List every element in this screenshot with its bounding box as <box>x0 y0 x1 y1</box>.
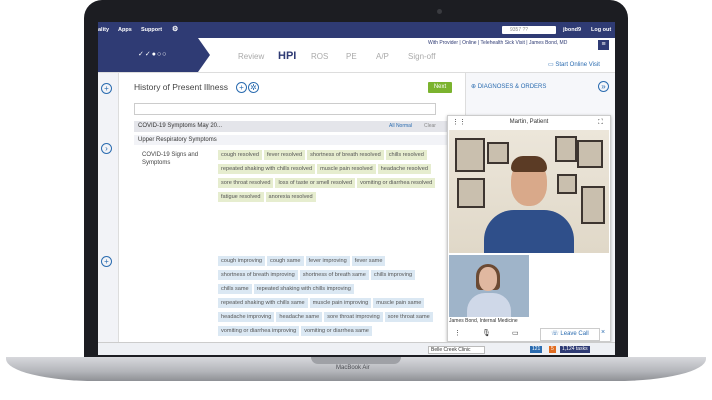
provider-video <box>449 255 529 317</box>
location-select[interactable]: Belle Creek Clinic <box>428 346 486 354</box>
add-icon[interactable]: + <box>101 83 112 94</box>
diagnoses-orders[interactable]: ⊕ DIAGNOSES & ORDERS <box>471 83 546 90</box>
hpi-text-input[interactable] <box>134 103 436 115</box>
user-name[interactable]: jbond9 <box>563 27 581 33</box>
step-signoff[interactable]: Sign-off <box>408 52 435 61</box>
symptom-chip[interactable]: fever same <box>351 256 386 266</box>
top-nav: ality Apps Support ⚙ 9357 ?? jbond9 Log … <box>98 22 615 38</box>
symptom-chip[interactable]: headache same <box>276 312 323 322</box>
start-online-visit-label: Start Online Visit <box>555 62 600 68</box>
step-review[interactable]: Review <box>238 52 264 61</box>
symptom-chip[interactable]: shortness of breath resolved <box>307 150 384 160</box>
nav-item-quality[interactable]: ality <box>98 27 109 33</box>
close-icon[interactable]: × <box>601 329 605 336</box>
provider-line: With Provider | Online | Telehealth Sick… <box>428 40 568 46</box>
status-bar: Belle Creek Clinic 121 5 1,124 tasks <box>98 342 615 355</box>
workflow-progress: ✓✓●○○ <box>98 38 210 72</box>
logout-link[interactable]: Log out <box>591 27 611 33</box>
symptom-chip[interactable]: sore throat same <box>384 312 433 322</box>
symptom-chip[interactable]: muscle pain improving <box>309 298 372 308</box>
symptom-chip[interactable]: chills same <box>218 284 252 294</box>
section-header: COVID-19 Symptoms May 20... All Normal C… <box>134 121 452 132</box>
menu-icon[interactable]: ≡ <box>598 40 609 50</box>
collapse-icon[interactable]: › <box>101 143 112 154</box>
symptom-chip[interactable]: vomiting or diarrhea improving <box>218 326 300 336</box>
laptop-base: MacBook Air <box>6 357 706 381</box>
video-title-bar[interactable]: ⋮⋮ Martin, Patient ⛶ <box>448 116 610 129</box>
symptom-chip[interactable]: headache resolved <box>377 164 431 174</box>
hpi-title: History of Present Illness <box>134 82 229 92</box>
symptom-chip[interactable]: cough same <box>267 256 304 266</box>
symptom-chip[interactable]: shortness of breath improving <box>218 270 298 280</box>
symptom-chip[interactable]: vomiting or diarrhea resolved <box>357 178 436 188</box>
status-chip-group: cough improving cough same fever improving… <box>218 256 438 340</box>
video-controls: ⋮ 🎙 ▭ ☏ Leave Call × <box>448 328 610 341</box>
symptom-chip[interactable]: fever resolved <box>263 150 306 160</box>
provider-name: James Bond, Internal Medicine <box>449 318 518 324</box>
step-pe[interactable]: PE <box>346 52 357 61</box>
symptom-chip[interactable]: anorexia resolved <box>265 192 316 202</box>
patient-video <box>449 130 609 253</box>
camera-toggle-icon[interactable]: ▭ <box>512 329 519 337</box>
video-title: Martin, Patient <box>509 119 549 125</box>
left-gutter: + › + <box>98 73 119 355</box>
subsection-header: Upper Respiratory Symptoms <box>134 135 452 145</box>
diagnoses-label: DIAGNOSES & ORDERS <box>477 84 547 90</box>
symptom-chip[interactable]: cough resolved <box>218 150 262 160</box>
clear-link[interactable]: Clear <box>424 121 436 132</box>
symptom-chip[interactable]: repeated shaking with chills improving <box>253 284 354 294</box>
resolved-chip-group: cough resolved fever resolved shortness of… <box>218 150 438 206</box>
step-ap[interactable]: A/P <box>376 52 389 61</box>
symptom-chip[interactable]: repeated shaking with chills same <box>218 298 308 308</box>
settings-icon[interactable]: ✲ <box>248 82 259 93</box>
drag-handle-icon[interactable]: ⋮⋮ <box>452 116 466 129</box>
add-section-icon[interactable]: + <box>236 82 247 93</box>
laptop-model: MacBook Air <box>336 365 370 371</box>
leave-call-button[interactable]: ☏ Leave Call <box>540 328 600 341</box>
tasks-badge[interactable]: 1,124 tasks <box>560 346 590 353</box>
count-badge-blue[interactable]: 121 <box>530 346 543 353</box>
symptom-chip[interactable]: cough improving <box>218 256 266 266</box>
symptom-chip[interactable]: chills resolved <box>385 150 427 160</box>
search-input[interactable]: 9357 ?? <box>502 26 556 34</box>
symptom-chip[interactable]: loss of taste or smell resolved <box>275 178 356 188</box>
leave-call-label: Leave Call <box>560 331 589 337</box>
step-ros[interactable]: ROS <box>311 52 328 61</box>
symptom-chip[interactable]: sore throat improving <box>324 312 383 322</box>
start-online-visit-button[interactable]: ▭ Start Online Visit <box>548 61 600 68</box>
symptom-chip[interactable]: shortness of breath same <box>299 270 369 280</box>
symptom-chip[interactable]: repeated shaking with chills resolved <box>218 164 316 174</box>
step-hpi[interactable]: HPI <box>278 50 296 62</box>
camera-icon <box>437 9 442 14</box>
screen: ality Apps Support ⚙ 9357 ?? jbond9 Log … <box>98 22 615 355</box>
hpi-panel: History of Present Illness + ✲ Next COVI… <box>128 73 458 355</box>
video-call-window: ⋮⋮ Martin, Patient ⛶ James Bond, Interna… <box>447 115 611 342</box>
symptom-chip[interactable]: vomiting or diarrhea same <box>301 326 372 336</box>
gear-icon[interactable]: ⚙ <box>172 25 178 33</box>
progress-dots: ✓✓●○○ <box>138 51 168 58</box>
symptom-chip[interactable]: muscle pain same <box>373 298 425 308</box>
laptop-notch <box>311 357 401 364</box>
mic-icon[interactable]: 🎙 <box>482 329 491 337</box>
symptom-chip[interactable]: headache improving <box>218 312 275 322</box>
all-normal-link[interactable]: All Normal <box>389 121 412 132</box>
expand-icon[interactable]: » <box>598 81 609 92</box>
symptom-chip[interactable]: chills improving <box>370 270 416 280</box>
symptom-chip[interactable]: sore throat resolved <box>218 178 274 188</box>
more-icon[interactable]: ⋮ <box>454 329 461 337</box>
nav-item-support[interactable]: Support <box>141 27 162 33</box>
symptom-chip[interactable]: fatigue resolved <box>218 192 264 202</box>
nav-item-apps[interactable]: Apps <box>118 27 132 33</box>
symptom-chip[interactable]: muscle pain resolved <box>317 164 376 174</box>
add-icon-2[interactable]: + <box>101 256 112 267</box>
symptom-chip[interactable]: fever improving <box>305 256 350 266</box>
next-button[interactable]: Next <box>428 82 452 93</box>
add-dx-icon: ⊕ <box>471 84 478 90</box>
workflow-bar: ✓✓●○○ Review HPI ROS PE A/P Sign-off Wit… <box>98 38 615 73</box>
side-label: COVID-19 Signs and Symptoms <box>142 152 199 166</box>
section-title: COVID-19 Symptoms May 20... <box>138 123 223 129</box>
count-badge-orange[interactable]: 5 <box>549 346 556 353</box>
fullscreen-icon[interactable]: ⛶ <box>598 116 603 129</box>
